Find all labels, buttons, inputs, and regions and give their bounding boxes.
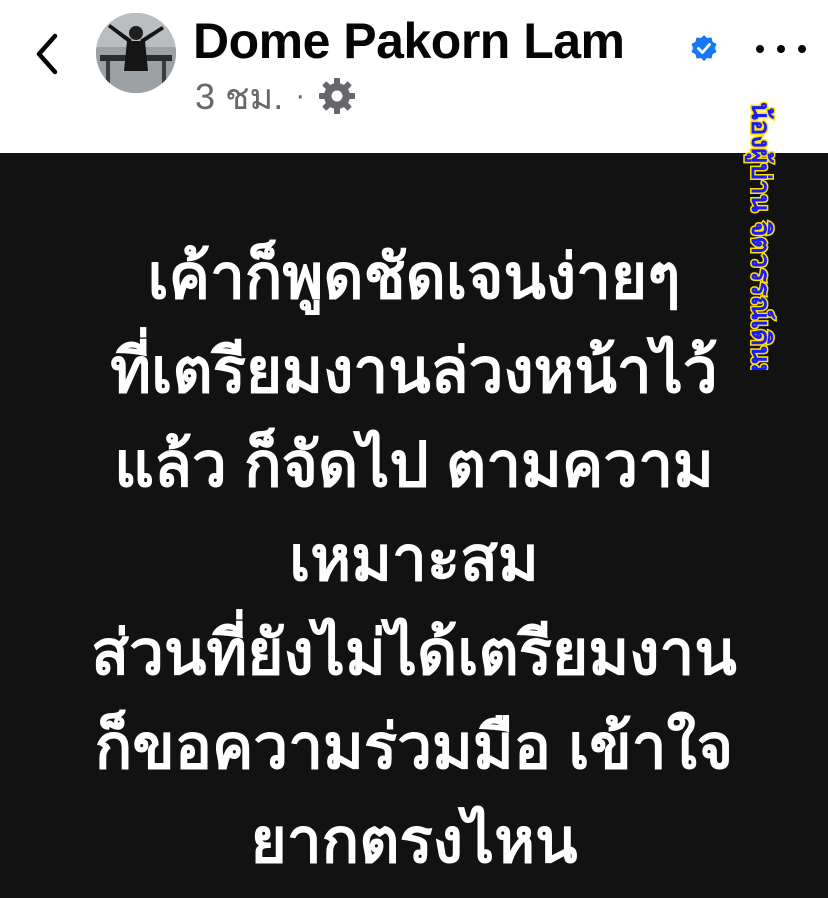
author-name[interactable]: Dome Pakorn Lam (193, 12, 625, 70)
post-line: ยากตรงไหน (250, 807, 578, 876)
avatar-image (96, 13, 176, 93)
chevron-left-icon (36, 33, 58, 75)
timestamp[interactable]: 3 ชม. (195, 68, 283, 125)
post-line: เหมาะสม (289, 525, 539, 594)
more-dot (777, 45, 785, 53)
post-line: ที่เตรียมงานล่วงหน้าไว้ (110, 337, 718, 406)
post-line: ส่วนที่ยังไม่ได้เตรียมงาน (91, 619, 737, 688)
post-line: เค้าก็พูดชัดเจนง่ายๆ (147, 243, 681, 312)
post-screen: Dome Pakorn Lam 3 ชม. · น้องผู้บ่าน จิตว… (0, 0, 828, 898)
post-meta: 3 ชม. · (195, 74, 357, 118)
more-dot (798, 45, 806, 53)
avatar[interactable] (96, 13, 176, 93)
post-content-card: เค้าก็พูดชัดเจนง่ายๆ ที่เตรียมงานล่วงหน้… (0, 153, 828, 898)
verified-badge-icon (691, 35, 717, 61)
back-button[interactable] (24, 28, 70, 80)
more-horizontal-icon (756, 45, 764, 53)
post-text: เค้าก็พูดชัดเจนง่ายๆ ที่เตรียมงานล่วงหน้… (0, 231, 828, 889)
watermark-text: น้องผู้บ่าน จิตวรรณ์เดินมารธ (743, 101, 778, 371)
post-header: Dome Pakorn Lam 3 ชม. · (0, 0, 828, 153)
meta-separator: · (295, 79, 306, 112)
watermark-label: น้องผู้บ่าน จิตวรรณ์เดินมารธ (744, 102, 776, 370)
post-line: ก็ขอความร่วมมือ เข้าใจ (94, 713, 734, 782)
post-line: แล้ว ก็จัดไป ตามความ (114, 431, 714, 500)
more-options-button[interactable] (756, 32, 806, 66)
gear-icon[interactable] (317, 76, 357, 116)
